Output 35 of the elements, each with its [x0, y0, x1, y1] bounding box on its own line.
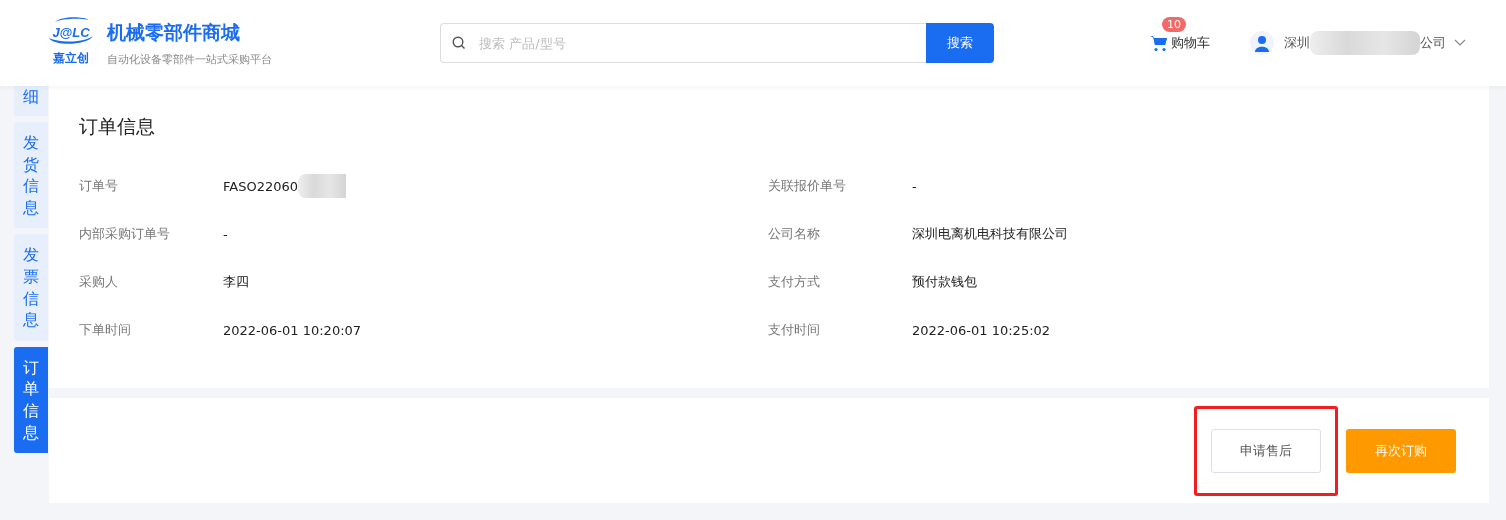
site-title: 机械零部件商城	[107, 19, 241, 45]
logo-text: J@LC	[52, 23, 90, 42]
field-label: 订单号	[79, 177, 119, 195]
field-label: 下单时间	[79, 321, 132, 339]
field-value: 预付款钱包	[912, 273, 977, 291]
field-value: 2022-06-01 10:20:07	[223, 322, 362, 338]
logo-name: 嘉立创	[53, 49, 89, 67]
cart-count-badge: 10	[1162, 17, 1186, 32]
field-value: 李四	[223, 273, 249, 291]
field-value: -	[912, 178, 917, 194]
cart-link[interactable]: 购物车	[1149, 33, 1210, 53]
avatar-icon	[1250, 31, 1274, 55]
account-name-end: 公司	[1420, 34, 1446, 52]
account-name-start: 深圳	[1284, 34, 1310, 52]
after-sales-button[interactable]: 申请售后	[1211, 428, 1321, 473]
field-value: 2022-06-01 10:25:02	[912, 322, 1051, 338]
field-label: 内部采购订单号	[79, 225, 171, 243]
field-label: 公司名称	[768, 225, 821, 243]
field-label: 关联报价单号	[768, 177, 847, 195]
cart-icon	[1149, 33, 1169, 53]
search-field[interactable]: 搜索 产品/型号	[440, 23, 926, 63]
chevron-down-icon[interactable]	[1454, 39, 1466, 47]
field-label: 支付时间	[768, 321, 821, 339]
section-title: 订单信息	[79, 114, 156, 139]
field-value: FASO22060	[223, 178, 299, 194]
site-subtitle: 自动化设备零部件一站式采购平台	[107, 51, 272, 67]
search-button[interactable]: 搜索	[926, 23, 994, 63]
field-value: 深圳电离机电科技有限公司	[912, 225, 1068, 243]
field-label: 支付方式	[768, 273, 821, 291]
side-tab[interactable]: 发票信息	[14, 234, 48, 341]
field-label: 采购人	[79, 273, 119, 291]
side-tab[interactable]: 订单信息	[14, 346, 48, 454]
field-value: -	[223, 226, 228, 242]
side-tab[interactable]: 细	[14, 86, 48, 116]
side-tab[interactable]: 发货信息	[14, 122, 48, 229]
